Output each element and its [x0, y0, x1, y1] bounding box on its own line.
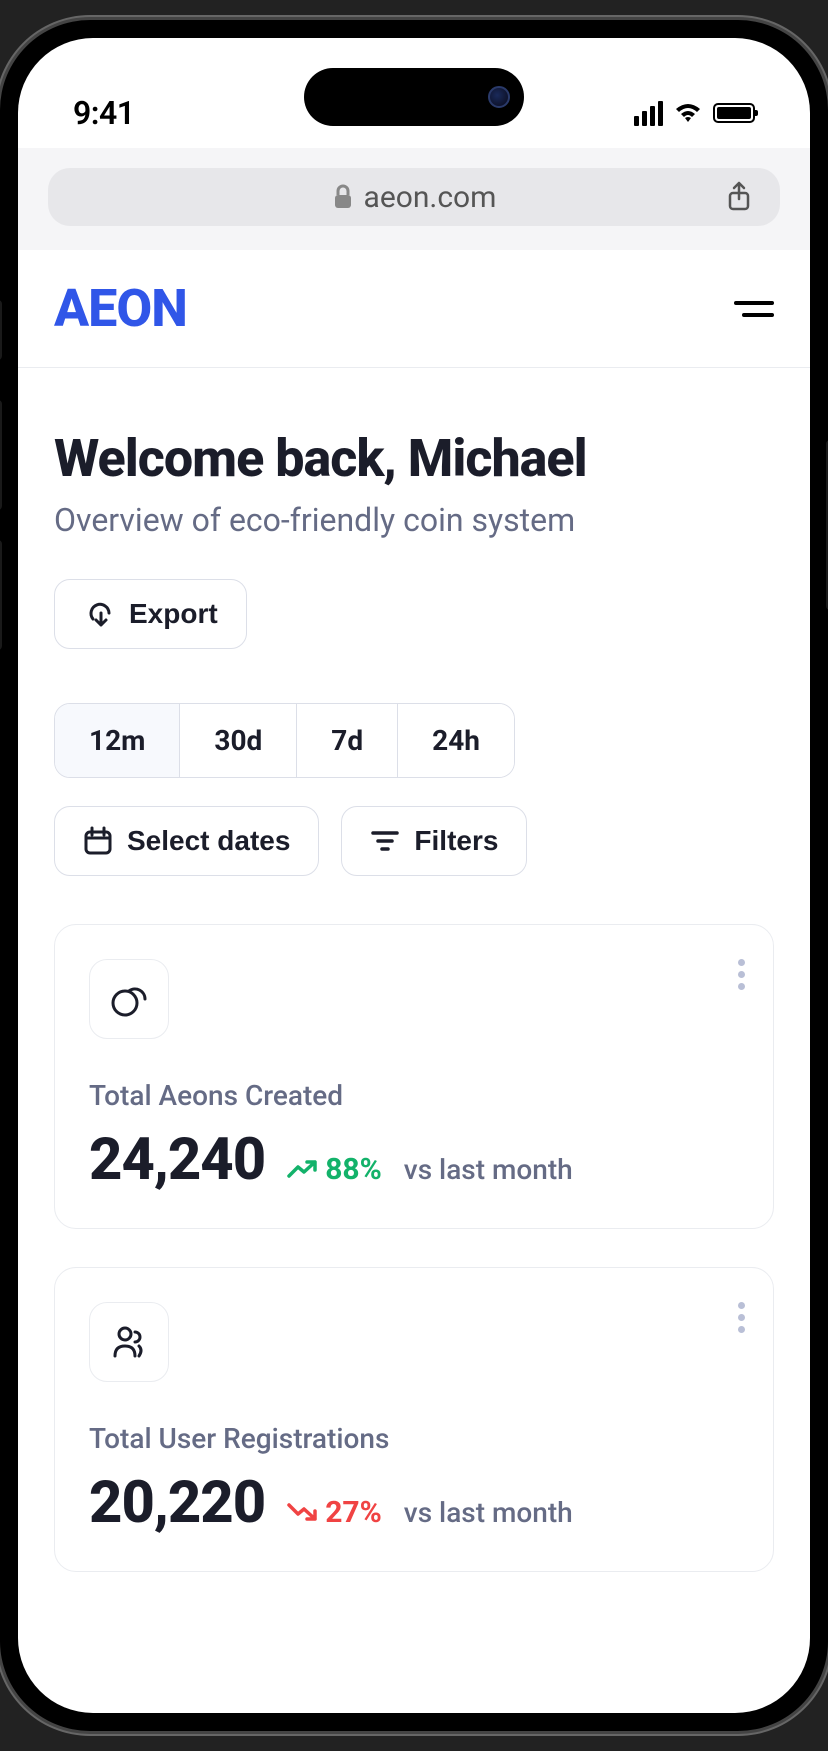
url-bar[interactable]: aeon.com: [48, 168, 780, 226]
time-tab-30d[interactable]: 30d: [180, 704, 297, 777]
phone-screen: 9:41 aeon.com: [18, 38, 810, 1713]
volume-down-button[interactable]: [0, 400, 2, 510]
stat-card-aeons: Total Aeons Created 24,240 88% vs last m…: [54, 924, 774, 1229]
lock-icon: [332, 184, 354, 210]
time-tab-12m[interactable]: 12m: [55, 704, 180, 777]
time-range-tabs: 12m 30d 7d 24h: [54, 703, 515, 778]
app-header: AEON: [18, 250, 810, 368]
trend-compare: vs last month: [404, 1153, 573, 1186]
calendar-icon: [83, 826, 113, 856]
browser-bar: aeon.com: [18, 148, 810, 250]
page-subtitle: Overview of eco-friendly coin system: [54, 501, 774, 539]
card-menu-icon[interactable]: [738, 1302, 745, 1333]
main-content: Welcome back, Michael Overview of eco-fr…: [18, 368, 810, 1572]
trend-percent: 88%: [325, 1152, 382, 1187]
coins-icon: [107, 977, 151, 1021]
export-button[interactable]: Export: [54, 579, 247, 649]
card-menu-icon[interactable]: [738, 959, 745, 990]
logo[interactable]: AEON: [54, 278, 187, 339]
filter-icon: [370, 829, 400, 853]
download-cloud-icon: [83, 599, 115, 629]
front-camera: [488, 86, 510, 108]
volume-up-button[interactable]: [0, 300, 2, 360]
time-tab-24h[interactable]: 24h: [398, 704, 514, 777]
page-title: Welcome back, Michael: [54, 428, 774, 489]
trend-percent: 27%: [325, 1495, 382, 1530]
card-value: 24,240: [89, 1126, 265, 1194]
filters-label: Filters: [414, 825, 498, 857]
status-icons: [634, 101, 755, 126]
trend-up: 88%: [287, 1152, 382, 1187]
menu-icon[interactable]: [734, 301, 774, 317]
trend-compare: vs last month: [404, 1496, 573, 1529]
card-icon-box: [89, 959, 169, 1039]
filters-button[interactable]: Filters: [341, 806, 527, 876]
url-text: aeon.com: [364, 180, 497, 215]
select-dates-label: Select dates: [127, 825, 290, 857]
card-value-row: 24,240 88% vs last month: [89, 1126, 739, 1194]
time-tab-7d[interactable]: 7d: [297, 704, 398, 777]
trend-down-icon: [287, 1502, 317, 1522]
export-label: Export: [129, 598, 218, 630]
card-value-row: 20,220 27% vs last month: [89, 1469, 739, 1537]
wifi-icon: [673, 102, 703, 124]
card-value: 20,220: [89, 1469, 265, 1537]
dynamic-island: [304, 68, 524, 126]
battery-icon: [713, 103, 755, 123]
cellular-signal-icon: [634, 101, 663, 126]
card-label: Total Aeons Created: [89, 1079, 739, 1112]
stat-card-registrations: Total User Registrations 20,220 27% vs l…: [54, 1267, 774, 1572]
card-icon-box: [89, 1302, 169, 1382]
card-label: Total User Registrations: [89, 1422, 739, 1455]
share-icon[interactable]: [726, 181, 752, 213]
controls-row: Select dates Filters: [54, 806, 774, 876]
status-time: 9:41: [73, 94, 135, 132]
select-dates-button[interactable]: Select dates: [54, 806, 319, 876]
trend-down: 27%: [287, 1495, 382, 1530]
silent-switch[interactable]: [0, 540, 2, 650]
trend-up-icon: [287, 1159, 317, 1179]
phone-frame: 9:41 aeon.com: [0, 20, 828, 1731]
users-icon: [107, 1320, 151, 1364]
